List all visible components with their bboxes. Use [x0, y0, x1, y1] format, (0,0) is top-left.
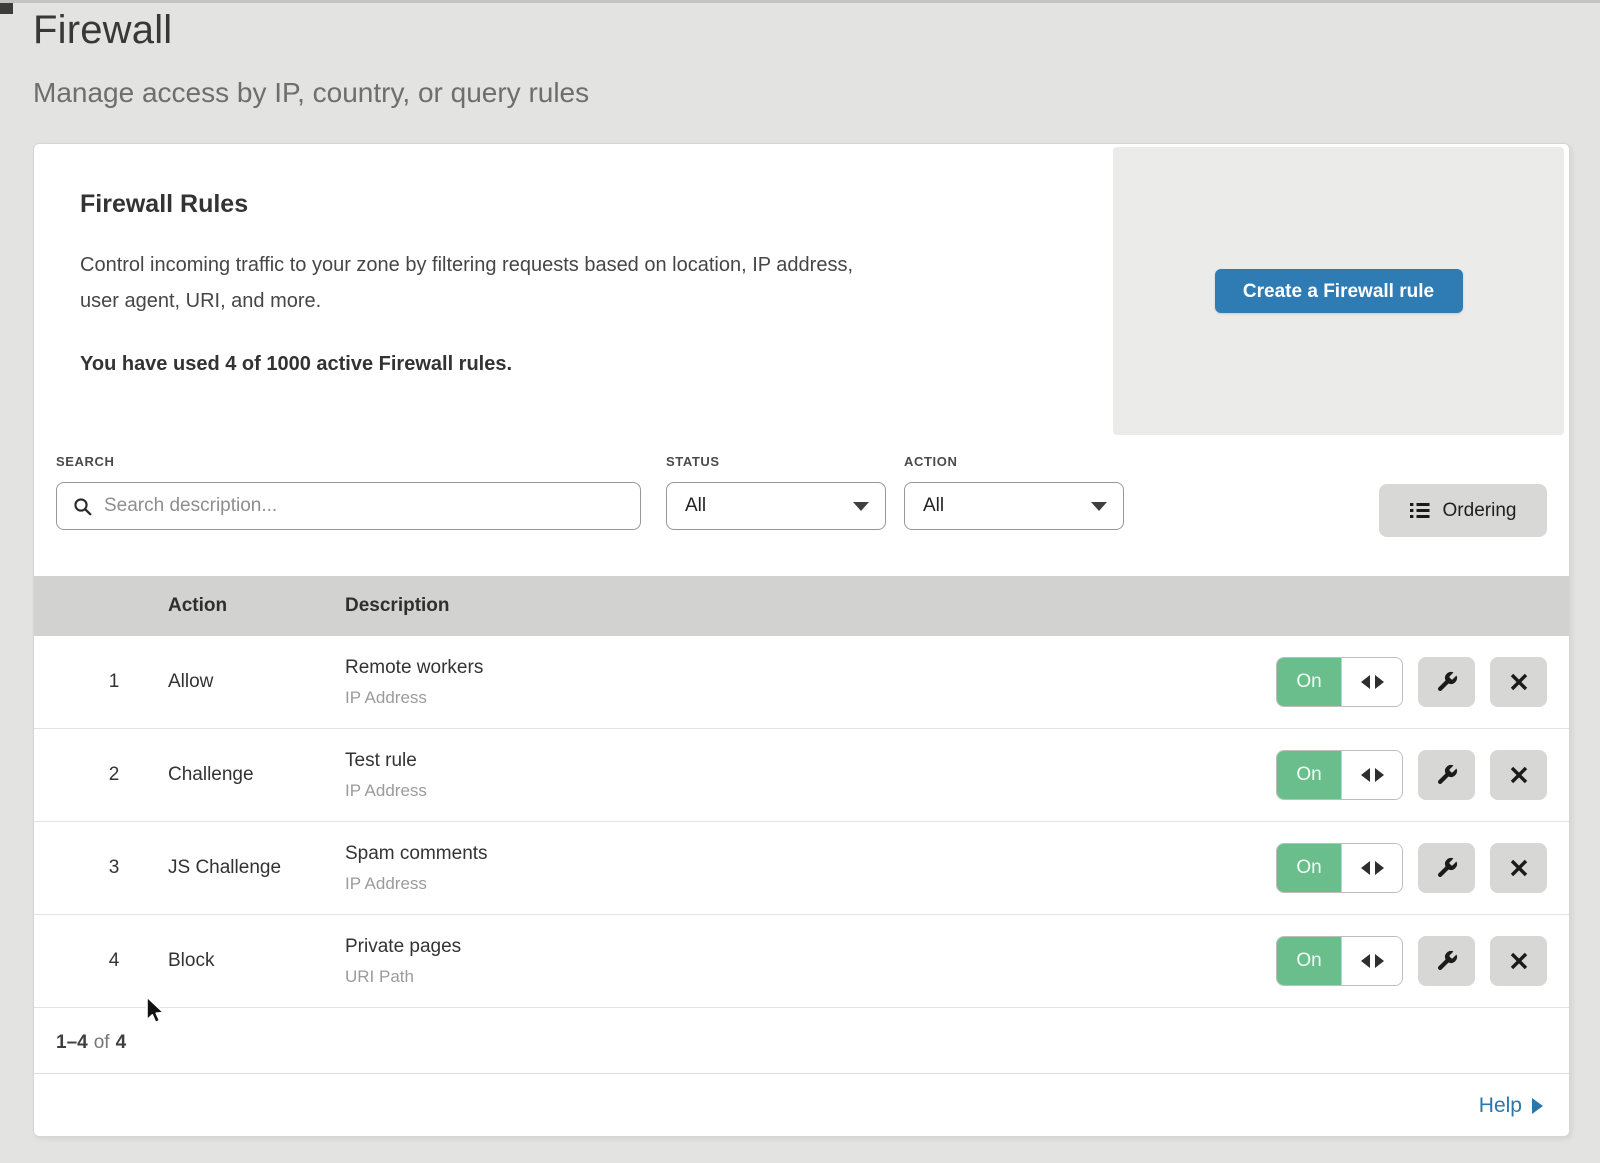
rule-match-type: IP Address [345, 781, 1276, 801]
rule-description: Test rule [345, 750, 1276, 772]
help-link[interactable]: Help [1479, 1094, 1543, 1118]
pagination-range: 1–4 [56, 1032, 88, 1054]
status-filter-group: STATUS All [666, 454, 886, 530]
toggle-arrows-icon[interactable] [1341, 937, 1402, 985]
help-link-label: Help [1479, 1094, 1522, 1118]
search-label: SEARCH [56, 454, 641, 469]
edit-rule-button[interactable] [1418, 843, 1475, 893]
help-arrow-icon [1532, 1098, 1543, 1114]
rules-description: Control incoming traffic to your zone by… [80, 247, 1040, 319]
close-icon [1508, 950, 1530, 972]
rule-match-type: IP Address [345, 874, 1276, 894]
wrench-icon [1435, 949, 1459, 973]
rule-controls: On [1276, 657, 1547, 707]
create-firewall-rule-button[interactable]: Create a Firewall rule [1215, 269, 1463, 313]
toggle-arrows-icon[interactable] [1341, 844, 1402, 892]
toggle-arrows-icon[interactable] [1341, 658, 1402, 706]
table-row: 1 Allow Remote workers IP Address On [34, 636, 1569, 729]
status-label: STATUS [666, 454, 886, 469]
rule-description: Private pages [345, 936, 1276, 958]
rule-priority: 1 [34, 671, 168, 693]
list-ordering-icon [1410, 502, 1430, 519]
table-row: 4 Block Private pages URI Path On [34, 915, 1569, 1008]
create-rule-panel: Create a Firewall rule [1113, 147, 1564, 435]
rule-match-type: IP Address [345, 688, 1276, 708]
rule-match-type: URI Path [345, 967, 1276, 987]
wrench-icon [1435, 856, 1459, 880]
table-row: 2 Challenge Test rule IP Address On [34, 729, 1569, 822]
table-header: Action Description [34, 576, 1569, 636]
rule-enabled-toggle[interactable]: On [1276, 657, 1403, 707]
rule-action: JS Challenge [168, 857, 345, 879]
rule-enabled-toggle[interactable]: On [1276, 843, 1403, 893]
search-filter-group: SEARCH [56, 454, 641, 530]
rules-description-line1: Control incoming traffic to your zone by… [80, 247, 1040, 283]
action-select[interactable]: All [904, 482, 1124, 530]
screenshot-corner-artifact [0, 3, 13, 14]
toggle-arrows-icon[interactable] [1341, 751, 1402, 799]
rule-controls: On [1276, 936, 1547, 986]
rule-enabled-toggle[interactable]: On [1276, 936, 1403, 986]
delete-rule-button[interactable] [1490, 843, 1547, 893]
close-icon [1508, 671, 1530, 693]
action-filter-group: ACTION All [904, 454, 1124, 530]
rule-controls: On [1276, 750, 1547, 800]
firewall-rules-card: Firewall Rules Control incoming traffic … [33, 143, 1570, 1137]
action-label: ACTION [904, 454, 1124, 469]
toggle-on-label[interactable]: On [1277, 844, 1341, 892]
wrench-icon [1435, 763, 1459, 787]
card-footer: Help [34, 1074, 1569, 1137]
search-icon [73, 497, 92, 516]
rules-usage-count: You have used 4 of 1000 active Firewall … [80, 353, 1040, 376]
action-selected-value: All [923, 495, 944, 517]
close-icon [1508, 857, 1530, 879]
delete-rule-button[interactable] [1490, 936, 1547, 986]
rule-action: Allow [168, 671, 345, 693]
status-select[interactable]: All [666, 482, 886, 530]
firewall-page: { "page": { "title": "Firewall", "subtit… [0, 0, 1600, 1163]
page-title: Firewall [33, 8, 589, 53]
close-icon [1508, 764, 1530, 786]
status-selected-value: All [685, 495, 706, 517]
rule-description: Remote workers [345, 657, 1276, 679]
toggle-on-label[interactable]: On [1277, 937, 1341, 985]
page-subtitle: Manage access by IP, country, or query r… [33, 77, 589, 109]
rules-description-line2: user agent, URI, and more. [80, 283, 1040, 319]
pagination-status: 1–4 of 4 [34, 1013, 1569, 1074]
rule-action: Block [168, 950, 345, 972]
table-row: 3 JS Challenge Spam comments IP Address … [34, 822, 1569, 915]
pagination-total: 4 [116, 1032, 127, 1054]
pagination-of: of [94, 1032, 110, 1054]
screenshot-top-artifact [0, 0, 1600, 3]
rule-action: Challenge [168, 764, 345, 786]
ordering-button[interactable]: Ordering [1379, 484, 1547, 537]
wrench-icon [1435, 670, 1459, 694]
page-header: Firewall Manage access by IP, country, o… [33, 8, 589, 109]
search-box[interactable] [56, 482, 641, 530]
rules-table-body: 1 Allow Remote workers IP Address On [34, 636, 1569, 1008]
edit-rule-button[interactable] [1418, 936, 1475, 986]
edit-rule-button[interactable] [1418, 750, 1475, 800]
delete-rule-button[interactable] [1490, 657, 1547, 707]
rule-description: Spam comments [345, 843, 1276, 865]
rules-intro: Firewall Rules Control incoming traffic … [80, 190, 1040, 376]
description-column-header: Description [345, 595, 1569, 617]
rule-priority: 4 [34, 950, 168, 972]
toggle-on-label[interactable]: On [1277, 658, 1341, 706]
edit-rule-button[interactable] [1418, 657, 1475, 707]
ordering-button-label: Ordering [1443, 500, 1517, 522]
rule-controls: On [1276, 843, 1547, 893]
rule-enabled-toggle[interactable]: On [1276, 750, 1403, 800]
chevron-down-icon [1091, 502, 1107, 511]
rule-priority: 2 [34, 764, 168, 786]
chevron-down-icon [853, 502, 869, 511]
rules-heading: Firewall Rules [80, 190, 1040, 219]
delete-rule-button[interactable] [1490, 750, 1547, 800]
search-input[interactable] [104, 495, 624, 517]
rule-priority: 3 [34, 857, 168, 879]
action-column-header: Action [168, 595, 345, 617]
toggle-on-label[interactable]: On [1277, 751, 1341, 799]
